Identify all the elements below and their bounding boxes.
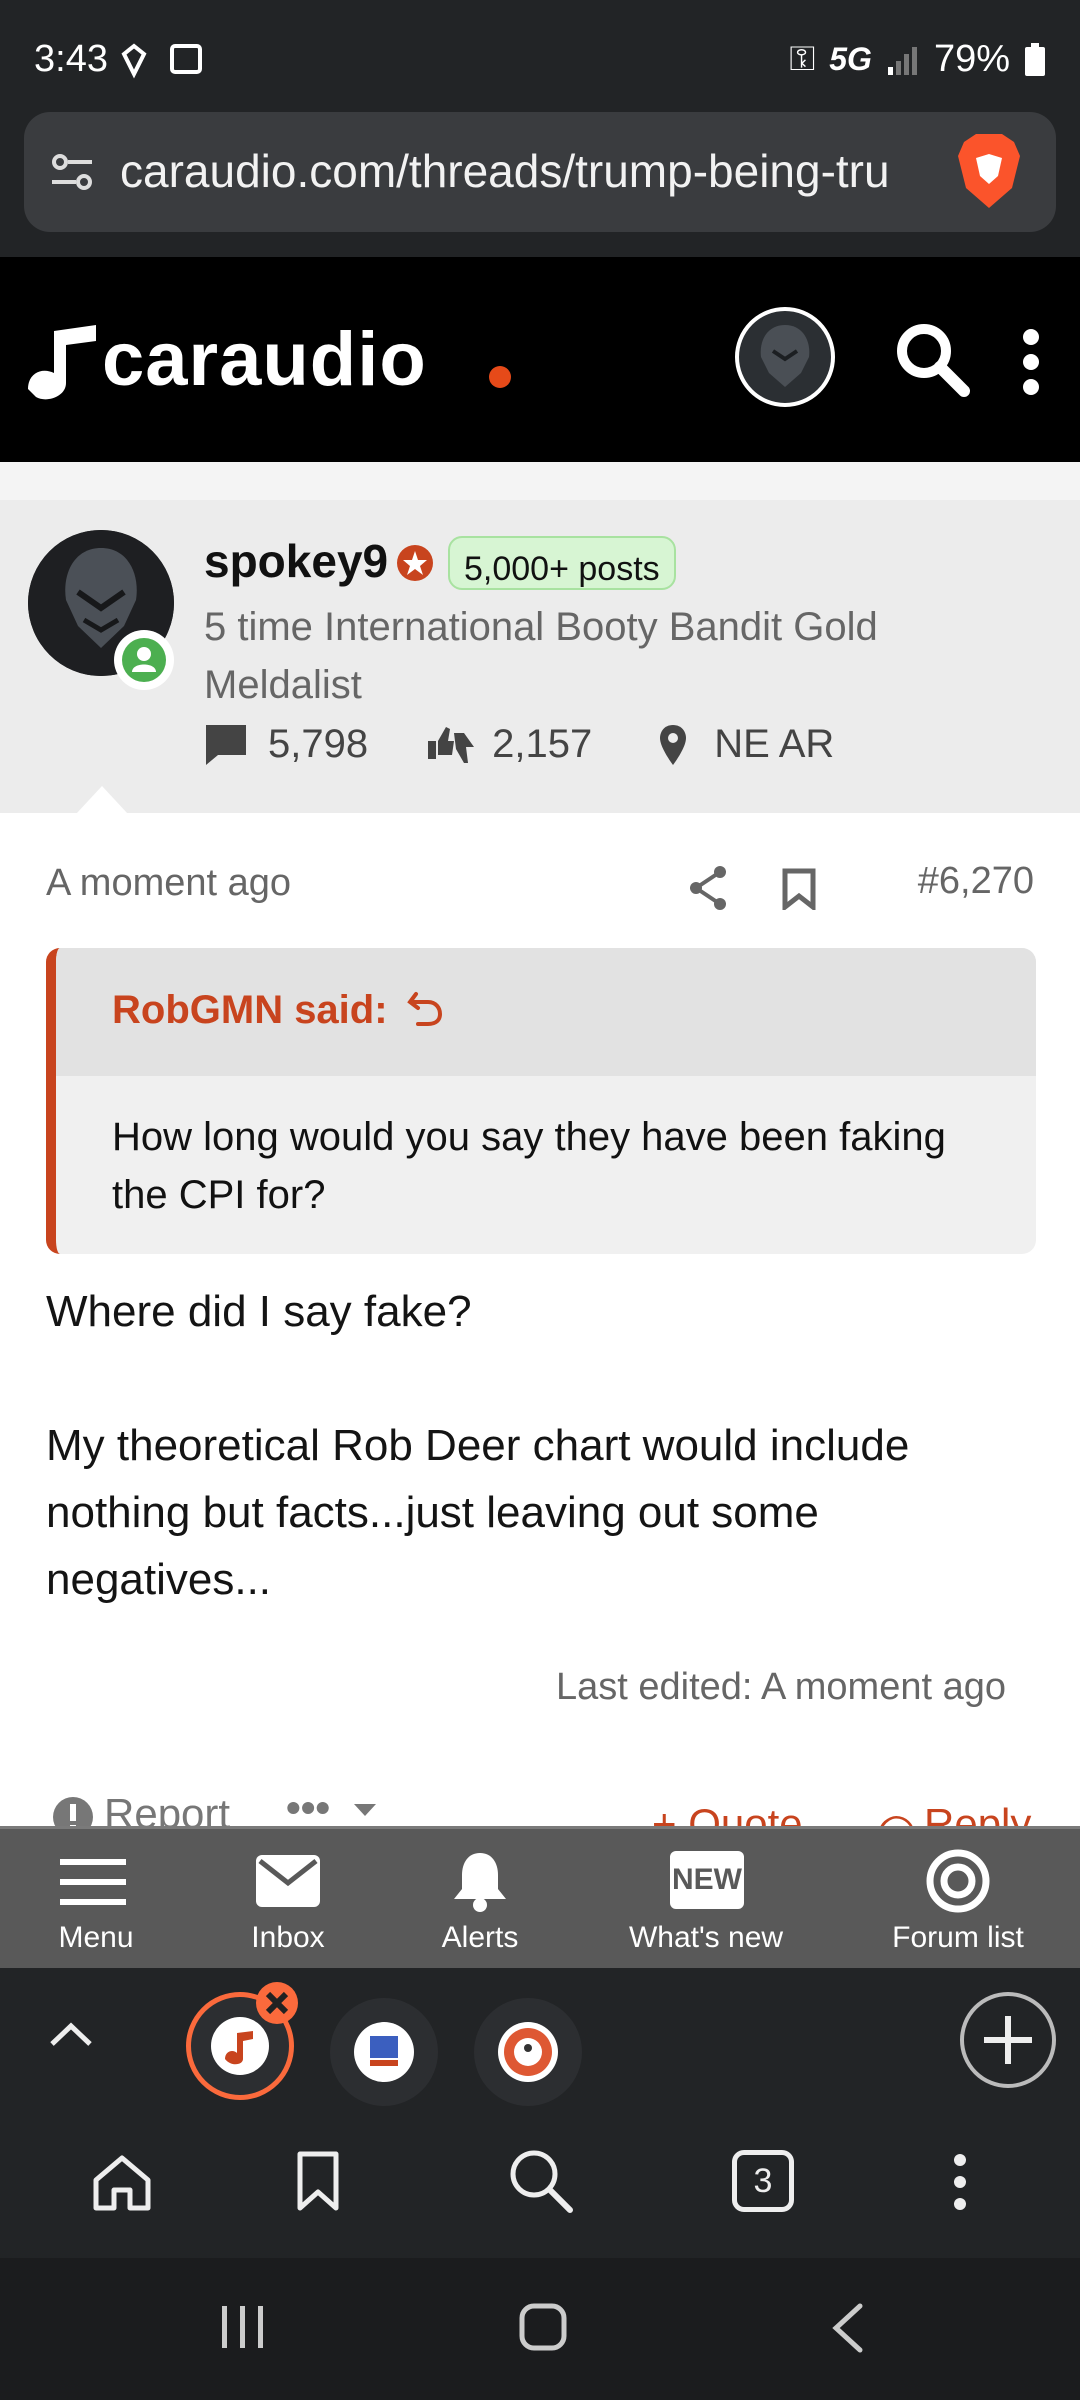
- messages-count: 5,798: [268, 722, 369, 766]
- site-header: caraudio: [0, 257, 1080, 462]
- nav-forum-list-label: Forum list: [892, 1921, 1024, 1954]
- header-shadow: [0, 462, 1080, 500]
- browser-toolbar: caraudio.com/threads/trump-being-tru: [0, 112, 1080, 257]
- tab-duckduckgo[interactable]: [474, 1998, 582, 2106]
- post-body-line: Where did I say fake?: [46, 1287, 472, 1336]
- svg-text:caraudio: caraudio: [102, 317, 427, 402]
- bell-icon: [450, 1849, 510, 1913]
- brave-shields-icon[interactable]: [954, 132, 1024, 212]
- network-type: 5G: [829, 41, 872, 77]
- more-actions-button[interactable]: •••: [286, 1784, 330, 1832]
- search-icon[interactable]: [892, 319, 972, 399]
- chevron-down-icon[interactable]: [354, 1804, 376, 1818]
- site-settings-icon[interactable]: [48, 148, 96, 196]
- browser-tab-strip: [0, 1968, 1080, 2108]
- collapse-tabs-icon[interactable]: [48, 2020, 94, 2048]
- nav-forum-list[interactable]: Forum list: [858, 1829, 1058, 1971]
- quote-header: RobGMN said:: [56, 948, 1036, 1076]
- new-icon: NEW: [670, 1851, 744, 1909]
- post-count-badge: 5,000+ posts: [448, 536, 676, 590]
- duckduckgo-favicon: [498, 2022, 558, 2082]
- address-bar[interactable]: caraudio.com/threads/trump-being-tru: [24, 112, 1056, 232]
- url-text[interactable]: caraudio.com/threads/trump-being-tru: [120, 144, 940, 198]
- browser-bottom-bar: 3: [0, 2108, 1080, 2258]
- post-body: Where did I say fake? My theoretical Rob…: [46, 1278, 1036, 1613]
- back-icon[interactable]: [828, 2302, 868, 2354]
- caraudio-favicon: [211, 2017, 269, 2075]
- nav-alerts-label: Alerts: [441, 1921, 519, 1954]
- nav-inbox[interactable]: Inbox: [188, 1829, 388, 1971]
- recent-apps-icon[interactable]: [218, 2302, 268, 2352]
- inbox-icon: [254, 1853, 322, 1909]
- author-title: 5 time International Booty Bandit Gold M…: [204, 605, 878, 707]
- author-stats: 5,798 2,157 NE AR: [204, 722, 834, 767]
- status-time: 3:43: [34, 38, 108, 80]
- online-status-badge: [114, 630, 174, 690]
- profile-notch: [76, 786, 128, 814]
- post-timestamp[interactable]: A moment ago: [46, 862, 291, 905]
- author-username[interactable]: spokey9: [204, 534, 388, 588]
- bookmark-icon[interactable]: [782, 868, 816, 910]
- post-body-line: My theoretical Rob Deer chart would incl…: [46, 1421, 910, 1604]
- jump-to-quote-icon[interactable]: [406, 988, 446, 1028]
- nav-alerts[interactable]: Alerts: [380, 1829, 580, 1971]
- home-button-icon[interactable]: [518, 2302, 568, 2352]
- tab-count-button[interactable]: 3: [732, 2150, 794, 2212]
- vpn-key-icon: ⚿: [789, 40, 816, 78]
- last-edited-note: Last edited: A moment ago: [556, 1666, 1006, 1708]
- menu-icon: [60, 1857, 126, 1907]
- home-icon[interactable]: [92, 2152, 152, 2212]
- system-navigation-bar: [0, 2258, 1080, 2400]
- more-options-icon[interactable]: [1020, 327, 1042, 397]
- site-logo[interactable]: caraudio: [22, 311, 512, 411]
- browser-search-icon[interactable]: [508, 2148, 574, 2214]
- messages-icon: [204, 723, 248, 767]
- forum-list-icon: [924, 1847, 992, 1915]
- tab-diymobileaudio[interactable]: [330, 1998, 438, 2106]
- bookmarks-icon[interactable]: [296, 2150, 340, 2212]
- battery-icon: [1024, 42, 1046, 77]
- reaction-score-icon: [424, 723, 478, 767]
- reaction-count: 2,157: [492, 722, 593, 766]
- close-tab-icon[interactable]: [256, 1982, 298, 2024]
- quote-text: How long would you say they have been fa…: [112, 1115, 946, 1217]
- post-number[interactable]: #6,270: [918, 860, 1034, 903]
- share-icon[interactable]: [686, 864, 730, 912]
- quote-block: RobGMN said: How long would you say they…: [46, 948, 1036, 1254]
- nav-whats-new-label: What's new: [628, 1921, 784, 1954]
- forum-bottom-nav: Menu Inbox Alerts NEW What's new Forum l…: [0, 1826, 1080, 1971]
- quote-author[interactable]: RobGMN said:: [112, 988, 388, 1033]
- nav-menu-label: Menu: [58, 1921, 134, 1954]
- post-author-card: spokey9 5,000+ posts 5 time Internationa…: [0, 500, 1080, 813]
- battery-level: 79%: [933, 38, 1010, 80]
- new-tab-button[interactable]: [960, 1992, 1056, 2088]
- notification-icons: [120, 40, 210, 80]
- diy-favicon: [354, 2022, 414, 2082]
- nav-whats-new[interactable]: NEW What's new: [606, 1829, 806, 1971]
- author-location: NE AR: [714, 722, 835, 766]
- status-bar: 3:43 ⚿ 5G 79%: [0, 0, 1080, 112]
- staff-star-icon: [396, 544, 434, 582]
- nav-inbox-label: Inbox: [251, 1921, 325, 1954]
- nav-menu[interactable]: Menu: [0, 1829, 196, 1971]
- location-pin-icon: [658, 723, 688, 767]
- signal-icon: [886, 43, 920, 77]
- browser-menu-icon[interactable]: [950, 2152, 970, 2212]
- account-avatar-button[interactable]: [735, 307, 835, 407]
